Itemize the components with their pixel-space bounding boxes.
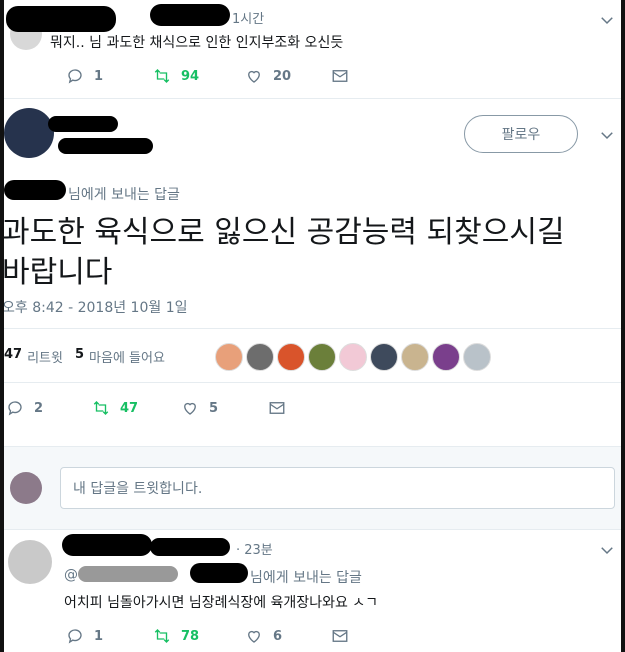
reply-count: 1 <box>94 68 104 84</box>
like-count: 6 <box>273 628 283 644</box>
retweet-count: 78 <box>181 628 200 644</box>
like-button[interactable]: 5 <box>181 399 218 417</box>
like-stat[interactable]: 5 마음에 들어요 <box>75 347 165 366</box>
reply-icon <box>68 69 82 84</box>
reply-count: 2 <box>34 400 44 416</box>
reply-count: 1 <box>94 628 104 644</box>
liker-avatar[interactable] <box>308 343 336 371</box>
reply-input-placeholder: 내 답글을 트윗합니다. <box>73 481 203 497</box>
chevron-down-icon[interactable] <box>598 541 616 559</box>
reply-to-label: 님에게 보내는 답글 <box>68 187 180 203</box>
message-button[interactable] <box>331 67 349 85</box>
tweet-text: 뭐지.. 님 과도한 채식으로 인한 인지부조화 오신듯 <box>50 35 344 51</box>
retweet-stat-count: 47 <box>4 347 23 362</box>
like-count: 20 <box>273 68 292 84</box>
follow-button[interactable]: 팔로우 <box>464 115 578 153</box>
tweet-time[interactable]: 1시간 <box>232 8 264 27</box>
retweet-stat[interactable]: 47 리트윗 <box>4 347 63 366</box>
like-stat-count: 5 <box>74 347 85 362</box>
chevron-down-icon[interactable] <box>598 11 616 29</box>
liker-avatar[interactable] <box>339 343 367 371</box>
retweet-button[interactable]: 94 <box>153 67 199 85</box>
liker-avatar[interactable] <box>370 343 398 371</box>
retweet-stat-label: 리트윗 <box>27 351 63 366</box>
liker-avatar[interactable] <box>215 343 243 371</box>
envelope-icon <box>332 630 348 642</box>
like-button[interactable]: 20 <box>245 67 291 85</box>
heart-icon <box>248 70 260 83</box>
retweet-button[interactable]: 47 <box>92 399 138 417</box>
envelope-icon <box>269 402 285 414</box>
retweet-button[interactable]: 78 <box>153 627 199 645</box>
redacted-username <box>6 6 116 32</box>
heart-icon <box>248 630 260 643</box>
divider <box>4 382 621 383</box>
redacted-reply-target <box>78 566 178 582</box>
liker-avatar[interactable] <box>277 343 305 371</box>
chevron-down-icon[interactable] <box>598 126 616 144</box>
reply-icon <box>8 401 22 416</box>
reply-button[interactable]: 1 <box>66 67 103 85</box>
liker-avatar[interactable] <box>401 343 429 371</box>
avatar <box>10 472 42 504</box>
retweet-count: 94 <box>181 68 200 84</box>
redacted-username <box>48 116 118 132</box>
tweet-text-line-2: 바랍니다 <box>2 255 113 290</box>
tweet-timestamp[interactable]: 오후 8:42 - 2018년 10월 1일 <box>2 297 188 317</box>
tweet-thread: 1시간 뭐지.. 님 과도한 채식으로 인한 인지부조화 오신듯 1 94 20… <box>0 0 625 652</box>
divider <box>4 328 621 329</box>
retweet-icon <box>93 401 109 415</box>
tweet-time[interactable]: · 23분 <box>236 539 273 558</box>
retweet-icon <box>154 629 170 643</box>
divider <box>4 98 621 99</box>
like-count: 5 <box>209 400 219 416</box>
redacted-username <box>62 534 152 556</box>
avatar[interactable] <box>4 108 54 158</box>
heart-icon <box>184 402 196 415</box>
screenshot-border-right <box>621 0 625 652</box>
reply-icon <box>68 629 82 644</box>
tweet-stats: 47 리트윗 5 마음에 들어요 <box>4 347 165 366</box>
reply-button[interactable]: 2 <box>6 399 43 417</box>
liker-avatar[interactable] <box>463 343 491 371</box>
retweet-count: 47 <box>120 400 139 416</box>
liker-avatars <box>215 343 491 371</box>
reply-input[interactable]: 내 답글을 트윗합니다. <box>60 467 615 509</box>
liker-avatar[interactable] <box>432 343 460 371</box>
envelope-icon <box>332 70 348 82</box>
reply-to-label: 님에게 보내는 답글 <box>250 570 362 586</box>
redacted-reply-target <box>4 180 66 200</box>
tweet-text-line-1: 과도한 육식으로 잃으신 공감능력 되찾으시길 <box>2 215 565 250</box>
redacted-handle <box>150 4 230 26</box>
tweet-time-value: 23분 <box>244 543 273 558</box>
message-button[interactable] <box>268 399 286 417</box>
retweet-icon <box>154 69 170 83</box>
liker-avatar[interactable] <box>246 343 274 371</box>
avatar[interactable] <box>8 540 52 584</box>
like-button[interactable]: 6 <box>245 627 282 645</box>
like-stat-label: 마음에 들어요 <box>89 351 165 366</box>
message-button[interactable] <box>331 627 349 645</box>
tweet-text: 어치피 님돌아가시면 님장례식장에 육개장나와요 ㅅㄱ <box>64 595 379 611</box>
redacted-handle <box>150 538 230 556</box>
screenshot-border-left <box>0 0 4 652</box>
redacted-handle <box>58 138 153 154</box>
reply-to-prefix: @ <box>64 567 78 583</box>
redacted-reply-target <box>190 563 248 583</box>
reply-button[interactable]: 1 <box>66 627 103 645</box>
